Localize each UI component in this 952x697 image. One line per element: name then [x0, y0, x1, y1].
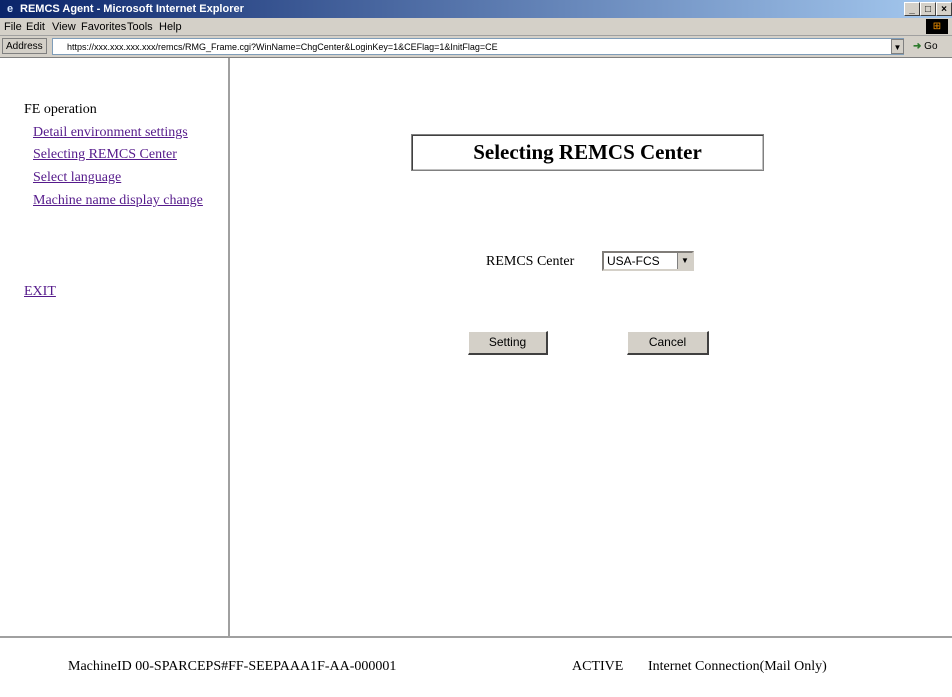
- address-dropdown-icon[interactable]: ▼: [891, 39, 904, 54]
- menu-favorites[interactable]: Favorites: [81, 21, 126, 33]
- machine-id-text: MachineID 00-SPARCEPS#FF-SEEPAAA1F-AA-00…: [68, 659, 397, 674]
- menu-edit[interactable]: Edit: [26, 21, 45, 33]
- status-frame: MachineID 00-SPARCEPS#FF-SEEPAAA1F-AA-00…: [0, 638, 952, 697]
- exit-link[interactable]: EXIT: [24, 284, 56, 300]
- nav-link-select-language[interactable]: Select language: [33, 170, 121, 186]
- remcs-center-select[interactable]: USA-FCS ▼: [602, 251, 694, 271]
- main-content-frame: Selecting REMCS Center REMCS Center USA-…: [232, 58, 952, 636]
- left-nav-frame: FE operation Detail environment settings…: [0, 58, 230, 636]
- minimize-button[interactable]: _: [904, 2, 920, 16]
- menu-tools[interactable]: Tools: [127, 21, 153, 33]
- address-label: Address: [2, 38, 47, 54]
- ie-icon: e: [6, 3, 14, 15]
- menu-bar: File Edit View Favorites Tools Help ⊞: [0, 18, 952, 36]
- remcs-center-label: REMCS Center: [486, 254, 575, 269]
- browser-window: e REMCS Agent - Microsoft Internet Explo…: [0, 0, 952, 697]
- remcs-center-select-value: USA-FCS: [607, 254, 660, 268]
- setting-button[interactable]: Setting: [468, 331, 548, 355]
- page-title: Selecting REMCS Center: [411, 134, 764, 171]
- maximize-button[interactable]: □: [920, 2, 936, 16]
- address-input[interactable]: https://xxx.xxx.xxx.xxx/remcs/RMG_Frame.…: [52, 38, 904, 55]
- windows-logo-icon: ⊞: [926, 19, 948, 34]
- go-label: Go: [924, 41, 938, 52]
- nav-heading: FE operation: [24, 102, 97, 117]
- go-button[interactable]: ➜ Go: [913, 39, 938, 54]
- connection-type-text: Internet Connection(Mail Only): [648, 659, 827, 674]
- go-arrow-icon: ➜: [913, 41, 922, 52]
- close-button[interactable]: ×: [936, 2, 952, 16]
- address-bar: Address https://xxx.xxx.xxx.xxx/remcs/RM…: [0, 36, 952, 58]
- status-badge: ACTIVE: [572, 659, 624, 674]
- menu-view[interactable]: View: [52, 21, 76, 33]
- chevron-down-icon[interactable]: ▼: [677, 253, 692, 269]
- nav-link-detail-environment-settings[interactable]: Detail environment settings: [33, 125, 188, 141]
- address-url[interactable]: https://xxx.xxx.xxx.xxx/remcs/RMG_Frame.…: [67, 40, 887, 54]
- menu-file[interactable]: File: [4, 21, 22, 33]
- nav-link-machine-name-display-change[interactable]: Machine name display change: [33, 193, 203, 209]
- title-bar: e REMCS Agent - Microsoft Internet Explo…: [0, 0, 952, 18]
- window-title: REMCS Agent - Microsoft Internet Explore…: [20, 3, 244, 15]
- nav-link-selecting-remcs-center[interactable]: Selecting REMCS Center: [33, 147, 177, 163]
- menu-help[interactable]: Help: [159, 21, 182, 33]
- cancel-button[interactable]: Cancel: [627, 331, 709, 355]
